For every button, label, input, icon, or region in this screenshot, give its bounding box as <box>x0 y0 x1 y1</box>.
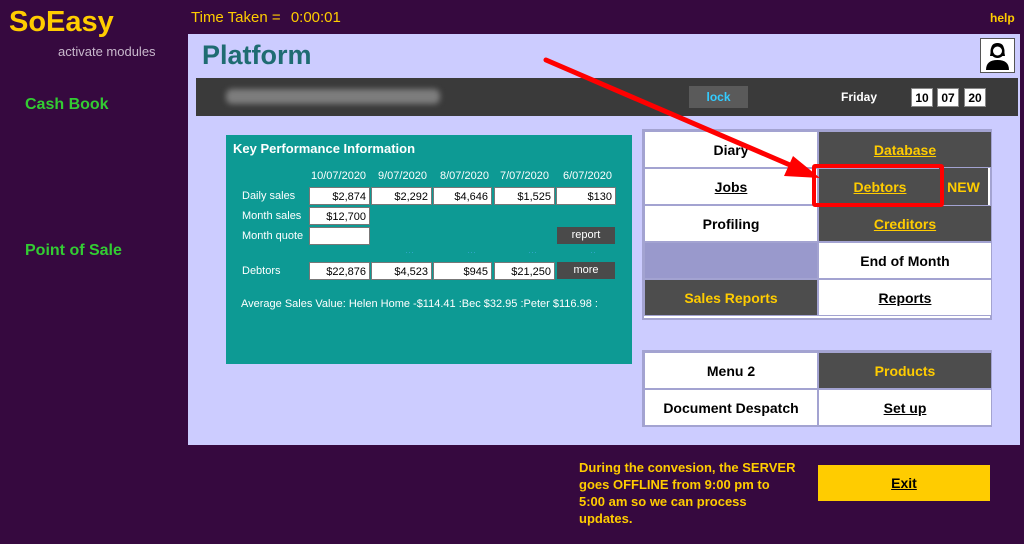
products-button[interactable]: Products <box>818 352 992 389</box>
date-year: 20 <box>964 88 986 107</box>
document-despatch-button[interactable]: Document Despatch <box>644 389 818 426</box>
database-label: Database <box>873 141 937 158</box>
month-quote-label: Month quote <box>242 230 304 242</box>
daily-sales-cell: $4,646 <box>433 187 492 205</box>
faint-mark: ··· <box>467 247 476 257</box>
creditors-button[interactable]: Creditors <box>818 205 992 242</box>
faint-mark: ··· <box>405 247 414 257</box>
daily-sales-label: Daily sales <box>242 190 296 202</box>
blurred-company-name <box>226 89 440 104</box>
user-avatar-icon <box>986 43 1009 70</box>
report-button[interactable]: report <box>557 227 615 244</box>
daily-sales-cell: $2,874 <box>309 187 370 205</box>
exit-button[interactable]: Exit <box>818 465 990 501</box>
kpi-date: 9/07/2020 <box>378 170 427 182</box>
time-taken: Time Taken = 0:00:01 <box>191 9 341 26</box>
sidebar-item-point-of-sale[interactable]: Point of Sale <box>25 242 122 260</box>
help-link[interactable]: help <box>990 11 1015 25</box>
creditors-label: Creditors <box>873 215 937 232</box>
end-of-month-button[interactable]: End of Month <box>818 242 992 279</box>
setup-button[interactable]: Set up <box>818 389 992 426</box>
month-quote-field[interactable] <box>309 227 370 245</box>
kpi-date: 8/07/2020 <box>440 170 489 182</box>
empty-menu-cell <box>644 242 818 279</box>
month-sales-label: Month sales <box>242 210 302 222</box>
page-title: Platform <box>202 40 312 70</box>
date-day: 10 <box>911 88 933 107</box>
month-sales-cell: $12,700 <box>309 207 370 225</box>
menu2-button[interactable]: Menu 2 <box>644 352 818 389</box>
debtors-label: Debtors <box>242 265 281 277</box>
time-taken-value: 0:00:01 <box>290 9 341 26</box>
server-offline-notice: During the convesion, the SERVER goes OF… <box>579 460 796 526</box>
setup-label: Set up <box>883 399 927 416</box>
debtors-cell: $22,876 <box>309 262 370 280</box>
jobs-label: Jobs <box>714 178 748 195</box>
more-button[interactable]: more <box>557 262 615 279</box>
debtors-cell: $945 <box>433 262 492 280</box>
exit-label: Exit <box>891 475 917 491</box>
diary-button[interactable]: Diary <box>644 131 818 168</box>
database-button[interactable]: Database <box>818 131 992 168</box>
kpi-date: 6/07/2020 <box>563 170 612 182</box>
new-badge: NEW <box>939 168 988 205</box>
activate-modules-link[interactable]: activate modules <box>58 44 156 59</box>
faint-mark: ·· <box>590 247 596 257</box>
sidebar-item-cash-book[interactable]: Cash Book <box>25 96 109 114</box>
day-name: Friday <box>841 90 878 104</box>
daily-sales-cell: $2,292 <box>371 187 432 205</box>
app-brand: SoEasy <box>9 6 114 38</box>
kpi-date: 7/07/2020 <box>500 170 549 182</box>
daily-sales-cell: $1,525 <box>494 187 555 205</box>
profiling-button[interactable]: Profiling <box>644 205 818 242</box>
debtors-highlight-box <box>812 164 944 207</box>
faint-mark: ··· <box>528 247 537 257</box>
date-month: 07 <box>937 88 959 107</box>
secondary-menu-grid: Menu 2 Products Document Despatch Set up <box>642 350 992 427</box>
time-taken-label: Time Taken = <box>191 9 281 26</box>
reports-button[interactable]: Reports <box>818 279 992 316</box>
average-sales-value: Average Sales Value: Helen Home -$114.41… <box>241 298 598 310</box>
kpi-title: Key Performance Information <box>233 141 416 156</box>
main-menu-grid: Diary Database Jobs Debtors Profiling Cr… <box>642 129 992 320</box>
sales-reports-button[interactable]: Sales Reports <box>644 279 818 316</box>
jobs-button[interactable]: Jobs <box>644 168 818 205</box>
daily-sales-cell: $130 <box>556 187 616 205</box>
reports-label: Reports <box>878 289 932 306</box>
lock-button[interactable]: lock <box>689 86 748 108</box>
debtors-cell: $21,250 <box>494 262 555 280</box>
kpi-date: 10/07/2020 <box>311 170 367 182</box>
debtors-cell: $4,523 <box>371 262 432 280</box>
user-profile-button[interactable] <box>980 38 1015 73</box>
